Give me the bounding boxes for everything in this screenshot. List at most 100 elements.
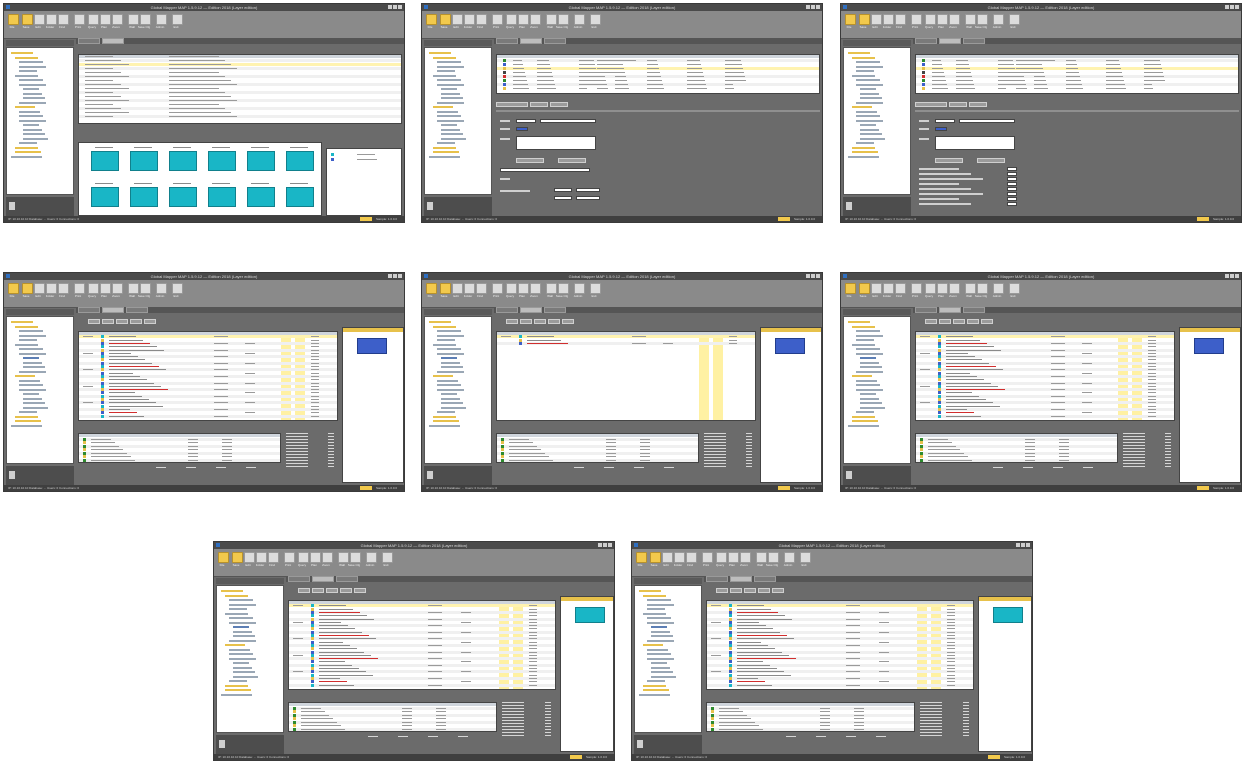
grid-toolbar-button[interactable]	[716, 588, 728, 593]
table-row[interactable]	[916, 87, 1238, 90]
ribbon-query-icon[interactable]	[506, 283, 517, 294]
tree-item[interactable]	[647, 617, 671, 619]
minimize-icon[interactable]	[388, 274, 392, 278]
form-tab[interactable]	[915, 102, 947, 107]
tree-item[interactable]	[852, 375, 872, 377]
document-tab[interactable]	[496, 307, 518, 313]
tree-item[interactable]	[19, 70, 37, 72]
minimize-icon[interactable]	[806, 274, 810, 278]
option-checkbox[interactable]	[1007, 187, 1017, 191]
form-tab[interactable]	[550, 102, 568, 107]
tree-item[interactable]	[856, 348, 880, 350]
ribbon-exit-icon[interactable]	[590, 283, 601, 294]
tree-item[interactable]	[437, 384, 461, 386]
grid-toolbar-button[interactable]	[772, 588, 784, 593]
ribbon-print-icon[interactable]	[911, 283, 922, 294]
tree-item[interactable]	[23, 357, 39, 359]
grid-toolbar-button[interactable]	[981, 319, 993, 324]
tree-item[interactable]	[437, 352, 464, 355]
tree-item[interactable]	[647, 603, 674, 606]
tree-item[interactable]	[229, 648, 250, 651]
tree-item[interactable]	[429, 424, 460, 427]
document-tab[interactable]	[730, 576, 752, 582]
grid-toolbar-button[interactable]	[534, 319, 546, 324]
ribbon-print-icon[interactable]	[492, 14, 503, 25]
table-row[interactable]	[916, 83, 1238, 86]
tree-item[interactable]	[433, 106, 453, 108]
tree-item[interactable]	[233, 630, 252, 633]
tree-item[interactable]	[441, 397, 460, 400]
document-tab[interactable]	[102, 307, 124, 313]
table-row[interactable]	[497, 71, 819, 74]
records-table[interactable]	[78, 54, 402, 124]
date-field[interactable]	[554, 196, 572, 200]
notes-field[interactable]	[935, 136, 1015, 150]
grid-toolbar-button[interactable]	[144, 319, 156, 324]
ribbon-zoom-icon[interactable]	[112, 283, 123, 294]
tree-item[interactable]	[15, 74, 38, 77]
tree-item[interactable]	[15, 56, 38, 59]
ribbon-find-icon[interactable]	[58, 283, 69, 294]
grid-toolbar-button[interactable]	[520, 319, 532, 324]
tree-item[interactable]	[647, 621, 674, 624]
schedule-grid[interactable]	[78, 331, 338, 421]
grid-row[interactable]	[707, 683, 973, 687]
app-menu-icon[interactable]	[634, 543, 638, 547]
tree-item[interactable]	[852, 415, 875, 418]
ribbon-file-icon[interactable]	[426, 14, 437, 25]
tree-item[interactable]	[225, 644, 245, 646]
ribbon-save-cfg-icon[interactable]	[977, 14, 988, 25]
tree-item[interactable]	[19, 110, 40, 113]
ribbon-plan-icon[interactable]	[518, 14, 529, 25]
tree-item[interactable]	[433, 415, 456, 418]
tree-item[interactable]	[11, 155, 42, 158]
ribbon-wall-icon[interactable]	[965, 283, 976, 294]
search-field[interactable]	[500, 168, 590, 172]
ribbon-wall-icon[interactable]	[546, 14, 557, 25]
summary-row[interactable]	[289, 727, 497, 731]
tree-item[interactable]	[441, 402, 463, 404]
tree-item[interactable]	[852, 56, 875, 59]
records-table[interactable]	[496, 54, 820, 94]
tree-item[interactable]	[433, 325, 456, 328]
summary-row[interactable]	[497, 458, 698, 462]
mini-calendar[interactable]	[1194, 338, 1224, 354]
ribbon-folder-icon[interactable]	[464, 14, 475, 25]
ribbon-file-icon[interactable]	[845, 14, 856, 25]
table-row[interactable]	[497, 83, 819, 86]
tree-item[interactable]	[856, 70, 874, 72]
grid-toolbar-button[interactable]	[354, 588, 366, 593]
collection-tree[interactable]	[424, 47, 492, 195]
summary-table[interactable]	[706, 702, 916, 732]
tree-item[interactable]	[848, 52, 870, 54]
ribbon-find-icon[interactable]	[476, 14, 487, 25]
ribbon-plan-icon[interactable]	[310, 552, 321, 563]
color-picker[interactable]	[935, 127, 947, 131]
tree-item[interactable]	[856, 334, 883, 337]
tree-item[interactable]	[647, 680, 665, 682]
table-row[interactable]	[916, 71, 1238, 74]
tree-item[interactable]	[19, 352, 46, 355]
mini-calendar-pane[interactable]	[560, 596, 614, 752]
tree-item[interactable]	[437, 339, 455, 341]
tree-item[interactable]	[856, 101, 883, 104]
table-row[interactable]	[79, 95, 401, 98]
tree-item[interactable]	[19, 65, 46, 68]
tree-item[interactable]	[639, 693, 670, 696]
tree-item[interactable]	[860, 92, 879, 95]
save-button[interactable]	[935, 158, 963, 163]
ribbon-admin-icon[interactable]	[156, 14, 167, 25]
tree-item[interactable]	[19, 384, 43, 386]
maximize-icon[interactable]	[393, 274, 397, 278]
document-tab[interactable]	[126, 307, 148, 313]
document-tab[interactable]	[102, 38, 124, 44]
ribbon-exit-icon[interactable]	[1009, 14, 1020, 25]
ribbon-save-cfg-icon[interactable]	[558, 14, 569, 25]
collection-tree[interactable]	[843, 47, 911, 195]
tree-item[interactable]	[856, 115, 880, 117]
document-tab[interactable]	[336, 576, 358, 582]
schedule-grid[interactable]	[288, 600, 556, 690]
option-checkbox[interactable]	[1007, 202, 1017, 206]
tree-item[interactable]	[437, 119, 464, 122]
tree-item[interactable]	[860, 393, 876, 395]
